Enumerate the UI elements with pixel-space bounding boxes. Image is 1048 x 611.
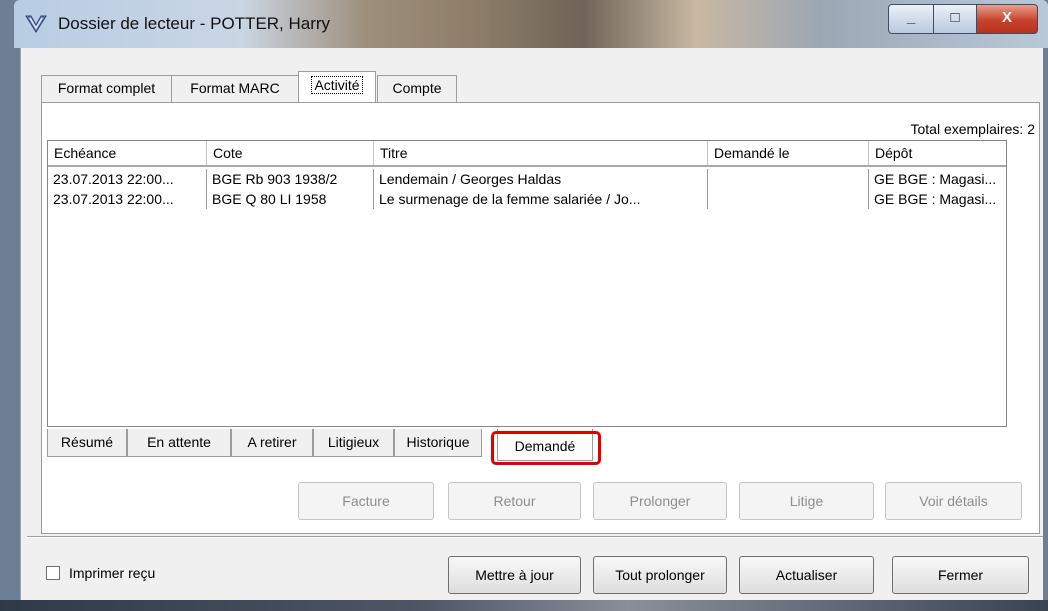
demande-tab-highlight <box>491 431 601 465</box>
tab-label: Format MARC <box>190 80 280 96</box>
close-button[interactable]: X <box>976 4 1038 34</box>
print-receipt-checkbox[interactable] <box>46 566 60 580</box>
cell-demande-le <box>708 169 869 189</box>
voir-details-button[interactable]: Voir détails <box>885 482 1022 520</box>
cell-echeance: 23.07.2013 22:00... <box>48 169 207 189</box>
litige-button[interactable]: Litige <box>739 482 874 520</box>
column-header-titre[interactable]: Titre <box>374 141 708 165</box>
cell-titre: Lendemain / Georges Haldas <box>374 169 708 189</box>
minimize-icon: _ <box>906 9 916 26</box>
tab-label: Historique <box>406 434 470 450</box>
tab-activite[interactable]: Activité <box>298 71 376 104</box>
print-receipt-label[interactable]: Imprimer reçu <box>69 565 155 581</box>
tab-label: A retirer <box>247 434 297 450</box>
retour-button[interactable]: Retour <box>448 482 581 520</box>
cell-echeance: 23.07.2013 22:00... <box>48 189 207 209</box>
tab-label: Résumé <box>60 434 114 450</box>
cell-demande-le <box>708 189 869 209</box>
tab-en-attente[interactable]: En attente <box>127 429 231 457</box>
cell-depot: GE BGE : Magasi... <box>874 171 997 187</box>
footer-separator <box>27 536 1043 538</box>
actualiser-button[interactable]: Actualiser <box>739 556 874 594</box>
tab-label: Activité <box>311 76 363 94</box>
mettre-a-jour-button[interactable]: Mettre à jour <box>448 556 581 594</box>
tab-historique[interactable]: Historique <box>394 429 482 457</box>
prolonger-button[interactable]: Prolonger <box>593 482 727 520</box>
list-header: Echéance Cote Titre Demandé le Dépôt <box>48 141 1006 167</box>
tab-format-complet[interactable]: Format complet <box>41 75 172 103</box>
cell-titre: Le surmenage de la femme salariée / Jo..… <box>374 189 708 209</box>
facture-button[interactable]: Facture <box>298 482 434 520</box>
close-icon: X <box>1001 9 1012 26</box>
tab-label: Compte <box>392 80 442 96</box>
tab-a-retirer[interactable]: A retirer <box>231 429 313 457</box>
column-header-echeance[interactable]: Echéance <box>48 141 207 165</box>
total-items-label: Total exemplaires: 2 <box>910 121 1035 137</box>
cell-depot: GE BGE : Magasi... <box>874 191 997 207</box>
table-row[interactable]: 23.07.2013 22:00... BGE Q 80 LI 1958 Le … <box>48 189 1006 209</box>
tab-label: Litigieux <box>327 434 380 450</box>
title-bar[interactable]: Dossier de lecteur - POTTER, Harry _ □ X <box>14 0 1048 48</box>
fermer-button[interactable]: Fermer <box>892 556 1029 594</box>
maximize-icon: □ <box>950 9 960 26</box>
cell-cote: BGE Rb 903 1938/2 <box>207 169 374 189</box>
tab-resume[interactable]: Résumé <box>47 429 127 457</box>
table-row[interactable]: 23.07.2013 22:00... BGE Rb 903 1938/2 Le… <box>48 169 1006 189</box>
tout-prolonger-button[interactable]: Tout prolonger <box>593 556 727 594</box>
maximize-button[interactable]: □ <box>933 4 977 34</box>
column-header-depot[interactable]: Dépôt <box>869 141 1006 165</box>
loans-list[interactable]: Echéance Cote Titre Demandé le Dépôt 23.… <box>47 140 1007 427</box>
cell-cote: BGE Q 80 LI 1958 <box>207 189 374 209</box>
tab-label: Format complet <box>57 80 156 96</box>
tab-label: En attente <box>147 434 211 450</box>
column-header-cote[interactable]: Cote <box>207 141 374 165</box>
window-client-area: Format complet Format MARC Activité Comp… <box>20 48 1043 611</box>
tab-litigieux[interactable]: Litigieux <box>313 429 394 457</box>
window-title: Dossier de lecteur - POTTER, Harry <box>58 14 331 33</box>
tab-compte[interactable]: Compte <box>377 75 457 103</box>
tab-format-marc[interactable]: Format MARC <box>171 75 299 103</box>
minimize-button[interactable]: _ <box>888 4 934 34</box>
desktop-background-strip <box>0 600 1048 611</box>
reader-record-window: Dossier de lecteur - POTTER, Harry _ □ X… <box>14 0 1048 611</box>
app-icon <box>25 15 47 33</box>
column-header-demande-le[interactable]: Demandé le <box>708 141 869 165</box>
